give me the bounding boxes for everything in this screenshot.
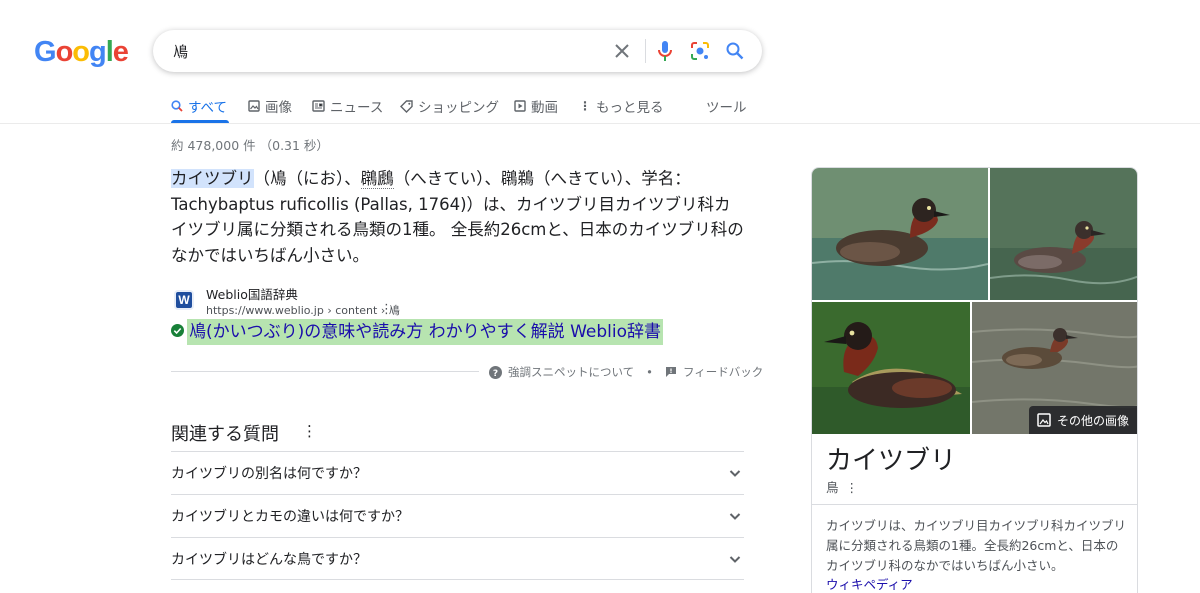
related-questions-list: カイツブリの別名は何ですか？ カイツブリとカモの違いは何ですか？ カイツブリはど… (171, 451, 744, 580)
image-icon (248, 100, 260, 112)
search-input[interactable]: 鳰 (173, 41, 188, 62)
google-logo[interactable]: Google (34, 36, 129, 69)
result-stats: 約 478,000 件 （0.31 秒） (171, 138, 329, 153)
check-circle-icon (171, 322, 184, 341)
related-question[interactable]: カイツブリとカモの違いは何ですか？ (171, 494, 744, 537)
question-text: カイツブリの別名は何ですか？ (171, 466, 367, 482)
chevron-down-icon (729, 555, 741, 563)
tab-news-label: ニュース (330, 100, 384, 116)
tab-videos[interactable]: 動画 (514, 96, 558, 116)
logo-letter-1: G (34, 36, 57, 68)
search-icon (171, 100, 183, 112)
feedback-link[interactable]: フィードバック (683, 364, 763, 380)
tools-button[interactable]: ツール (706, 96, 747, 116)
more-vert-icon[interactable]: ⋮ (846, 480, 859, 495)
logo-letter-2: o (55, 36, 74, 68)
weblio-favicon: W (174, 290, 194, 310)
about-snippets-link[interactable]: 強調スニペットについて (508, 364, 634, 380)
search-icon[interactable] (723, 39, 747, 63)
search-divider (645, 39, 646, 63)
chevron-down-icon (729, 513, 741, 520)
source-name: Weblio国語辞典 (206, 287, 298, 302)
kp-divider (812, 504, 1137, 505)
microphone-icon[interactable] (653, 39, 677, 63)
bird-photo-1[interactable] (812, 168, 988, 300)
snippet-divider (171, 371, 479, 372)
feedback-icon (665, 367, 676, 377)
more-vert-icon[interactable]: ⋮ (380, 302, 393, 317)
related-question[interactable]: カイツブリはどんな鳥ですか？ (171, 537, 744, 580)
tab-videos-label: 動画 (531, 100, 558, 116)
tab-images[interactable]: 画像 (248, 96, 292, 116)
clear-icon[interactable] (610, 39, 634, 63)
snippet-feedback-row: ? 強調スニペットについて • フィードバック (489, 364, 763, 380)
tab-news[interactable]: ニュース (312, 96, 383, 116)
source-url: https://www.weblio.jp › content › 鳰 (206, 304, 400, 317)
kp-description: カイツブリは、カイツブリ目カイツブリ科カイツブリ属に分類される鳥類の1種。全長約… (826, 518, 1127, 573)
bird-photo-3[interactable] (812, 302, 970, 434)
search-box[interactable]: 鳰 (153, 30, 762, 72)
tab-shopping[interactable]: ショッピング (400, 96, 499, 116)
kp-title: カイツブリ (826, 446, 957, 476)
tab-more-label: もっと見る (596, 100, 664, 116)
logo-letter-5: l (105, 36, 114, 68)
svg-text:?: ? (493, 369, 498, 379)
more-vert-icon[interactable]: ⋮ (302, 422, 317, 440)
logo-letter-6: e (112, 36, 129, 68)
bird-photo-2[interactable] (990, 168, 1137, 300)
featured-snippet-text: カイツブリ（鳰（にお）、鸊鷉（へきてい）、鸊鵜（へきてい）、学名：Tachyba… (171, 166, 746, 268)
feedback-separator: • (646, 365, 653, 379)
tab-all[interactable]: すべて (171, 96, 227, 116)
related-question[interactable]: カイツブリの別名は何ですか？ (171, 451, 744, 494)
logo-letter-3: o (72, 36, 90, 68)
question-text: カイツブリはどんな鳥ですか？ (171, 551, 367, 568)
more-vert-icon: ⋮ (579, 99, 591, 113)
kp-subtitle: 鳥 ⋮ (826, 477, 858, 496)
tab-shopping-label: ショッピング (418, 100, 499, 116)
kp-subtitle-text: 鳥 (826, 480, 839, 495)
tab-more[interactable]: ⋮ もっと見る (579, 96, 664, 116)
snippet-highlight: カイツブリ (171, 169, 254, 188)
help-icon: ? (489, 365, 502, 379)
more-images-label: その他の画像 (1056, 413, 1129, 428)
tag-icon (400, 99, 413, 113)
wikipedia-link[interactable]: ウィキペディア (826, 574, 913, 593)
question-text: カイツブリとカモの違いは何ですか？ (171, 509, 409, 525)
image-icon (1037, 413, 1051, 427)
lens-camera-icon[interactable] (688, 39, 712, 63)
news-icon (312, 100, 325, 112)
chevron-down-icon (729, 470, 741, 477)
result-title-link[interactable]: 鳰(かいつぶり)の意味や読み方 わかりやすく解説 Weblio辞書 (187, 319, 663, 345)
related-questions-heading: 関連する質問 (171, 424, 279, 445)
tab-images-label: 画像 (265, 100, 292, 116)
logo-letter-4: g (89, 36, 107, 68)
snippet-part-1: （鳰（にお）、 (253, 169, 361, 188)
tabs-divider (0, 123, 1200, 124)
more-images-button[interactable]: その他の画像 (1028, 406, 1137, 434)
knowledge-panel: その他の画像 カイツブリ 鳥 ⋮ カイツブリは、カイツブリ目カイツブリ科カイツブ… (811, 167, 1138, 593)
snippet-dotted-term[interactable]: 鸊鷉 (360, 169, 394, 189)
tab-all-label: すべて (188, 100, 228, 116)
play-icon (514, 100, 526, 112)
